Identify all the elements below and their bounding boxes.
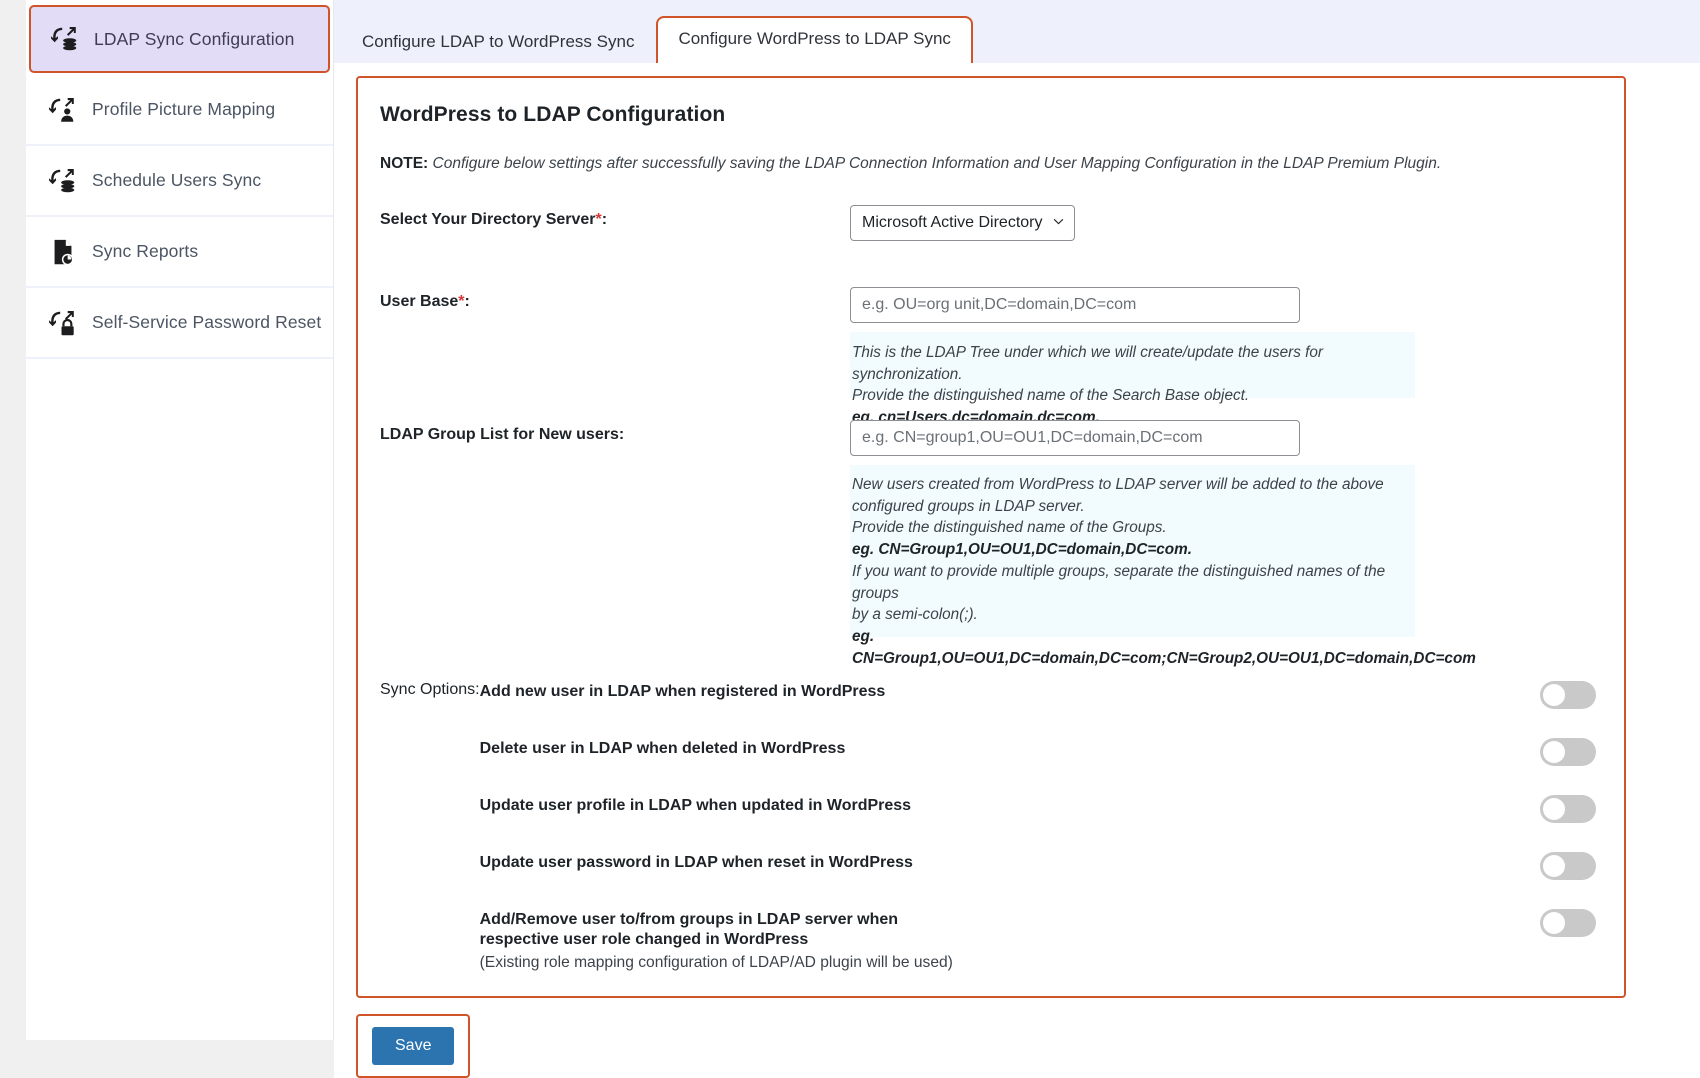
tab-bar: Configure LDAP to WordPress Sync Configu… xyxy=(334,0,1700,63)
sidebar-item-profile-picture-mapping[interactable]: Profile Picture Mapping xyxy=(26,75,333,146)
sync-database-icon xyxy=(48,166,78,196)
directory-server-select[interactable]: Microsoft Active Directory xyxy=(850,204,1075,241)
toggle-knob xyxy=(1543,740,1565,763)
directory-server-select-wrap: Microsoft Active Directory xyxy=(850,204,1075,241)
directory-server-label: Select Your Directory Server*: xyxy=(380,210,608,228)
panel-title: WordPress to LDAP Configuration xyxy=(380,103,726,126)
ldap-group-list-label: LDAP Group List for New users: xyxy=(380,425,625,443)
toggle-knob xyxy=(1543,683,1565,706)
sync-option-label: Update user password in LDAP when reset … xyxy=(479,853,913,871)
sync-option-label: Update user profile in LDAP when updated… xyxy=(479,796,912,814)
user-base-help-line-2: Provide the distinguished name of the Se… xyxy=(852,387,1250,405)
sidebar-item-label: LDAP Sync Configuration xyxy=(94,28,295,49)
ldap-group-list-help: New users created from WordPress to LDAP… xyxy=(850,464,1476,667)
sidebar-item-schedule-users-sync[interactable]: Schedule Users Sync xyxy=(26,146,333,217)
toggle-knob xyxy=(1543,911,1565,934)
sync-options-list: Add new user in LDAP when registered in … xyxy=(480,679,1596,972)
sync-option-add-new-user: Add new user in LDAP when registered in … xyxy=(480,679,1596,719)
ldap-group-list-field: New users created from WordPress to LDAP… xyxy=(850,419,1596,667)
panel-wrapper: WordPress to LDAP Configuration NOTE: Co… xyxy=(334,63,1700,1078)
directory-server-field: Microsoft Active Directory xyxy=(850,204,1596,241)
sync-options-label: Sync Options: xyxy=(380,680,480,698)
ldap-group-list-row: LDAP Group List for New users: New users… xyxy=(380,419,1596,667)
sync-database-icon xyxy=(50,24,80,54)
toggle-knob xyxy=(1543,854,1565,877)
user-base-input[interactable] xyxy=(850,286,1300,323)
sync-option-label: Add/Remove user to/from groups in LDAP s… xyxy=(480,907,980,972)
sidebar-item-sync-reports[interactable]: Sync Reports xyxy=(26,217,333,288)
sync-option-delete-user: Delete user in LDAP when deleted in Word… xyxy=(480,736,1596,776)
sync-option-update-profile: Update user profile in LDAP when updated… xyxy=(480,793,1596,833)
user-base-help: This is the LDAP Tree under which we wil… xyxy=(850,331,1415,426)
sidebar-item-ldap-sync-configuration[interactable]: LDAP Sync Configuration xyxy=(29,5,330,73)
sync-option-toggle[interactable] xyxy=(1540,908,1596,937)
sync-option-toggle[interactable] xyxy=(1540,794,1596,823)
sync-person-icon xyxy=(48,95,78,125)
group-help-line-2: configured groups in LDAP server. xyxy=(852,497,1085,515)
sync-lock-icon xyxy=(48,308,78,338)
group-help-line-3: Provide the distinguished name of the Gr… xyxy=(852,519,1167,537)
group-help-line-6: by a semi-colon(;). xyxy=(852,606,978,624)
group-help-line-1: New users created from WordPress to LDAP… xyxy=(852,475,1384,493)
sync-option-toggle[interactable] xyxy=(1540,851,1596,880)
note-prefix: NOTE: xyxy=(380,155,429,172)
sync-option-sub-note: (Existing role mapping configuration of … xyxy=(479,953,953,971)
toggle-knob xyxy=(1543,797,1565,820)
group-help-example-2-label: eg. xyxy=(852,627,875,645)
sidebar-item-label: Schedule Users Sync xyxy=(92,170,262,190)
save-button[interactable]: Save xyxy=(372,1027,455,1065)
note-body: Configure below settings after successfu… xyxy=(432,155,1442,172)
sync-option-add-remove-groups: Add/Remove user to/from groups in LDAP s… xyxy=(480,907,1596,972)
user-base-help-line-1: This is the LDAP Tree under which we wil… xyxy=(852,343,1324,383)
report-document-icon xyxy=(48,237,78,267)
group-help-example-1: eg. CN=Group1,OU=OU1,DC=domain,DC=com. xyxy=(852,541,1192,559)
sidebar-item-self-service-password-reset[interactable]: Self-Service Password Reset xyxy=(26,288,333,359)
user-base-row: User Base*: This is the LDAP Tree under … xyxy=(380,286,1596,426)
group-help-line-5: If you want to provide multiple groups, … xyxy=(852,562,1386,602)
user-base-label: User Base*: xyxy=(380,292,470,310)
tab-configure-ldap-to-wordpress-sync[interactable]: Configure LDAP to WordPress Sync xyxy=(346,23,650,63)
sidebar-item-label: Profile Picture Mapping xyxy=(92,99,276,119)
sidebar: LDAP Sync Configuration Profile Picture … xyxy=(26,0,334,1040)
sync-option-toggle[interactable] xyxy=(1540,680,1596,709)
sync-option-update-password: Update user password in LDAP when reset … xyxy=(480,850,1596,890)
sync-option-toggle[interactable] xyxy=(1540,737,1596,766)
ldap-group-list-input[interactable] xyxy=(850,419,1300,456)
save-button-wrapper: Save xyxy=(356,1014,471,1078)
group-help-example-2-value: CN=Group1,OU=OU1,DC=domain,DC=com;CN=Gro… xyxy=(852,649,1476,667)
sidebar-item-label: Sync Reports xyxy=(92,241,199,261)
sync-options-row: Sync Options: Add new user in LDAP when … xyxy=(380,679,1596,972)
sync-option-main-text: Add/Remove user to/from groups in LDAP s… xyxy=(479,910,899,948)
app-root: LDAP Sync Configuration Profile Picture … xyxy=(0,0,1700,1078)
user-base-field: This is the LDAP Tree under which we wil… xyxy=(850,286,1596,426)
content-area: Configure LDAP to WordPress Sync Configu… xyxy=(334,0,1700,1078)
left-gutter xyxy=(0,0,26,1040)
tab-configure-wordpress-to-ldap-sync[interactable]: Configure WordPress to LDAP Sync xyxy=(656,15,973,63)
wordpress-to-ldap-configuration-panel: WordPress to LDAP Configuration NOTE: Co… xyxy=(356,76,1626,999)
sync-option-label: Delete user in LDAP when deleted in Word… xyxy=(479,739,846,757)
sidebar-item-label: Self-Service Password Reset xyxy=(92,312,322,332)
note-text: NOTE: Configure below settings after suc… xyxy=(380,154,1596,175)
sync-option-label: Add new user in LDAP when registered in … xyxy=(479,682,886,700)
directory-server-row: Select Your Directory Server*: Microsoft… xyxy=(380,204,1596,241)
